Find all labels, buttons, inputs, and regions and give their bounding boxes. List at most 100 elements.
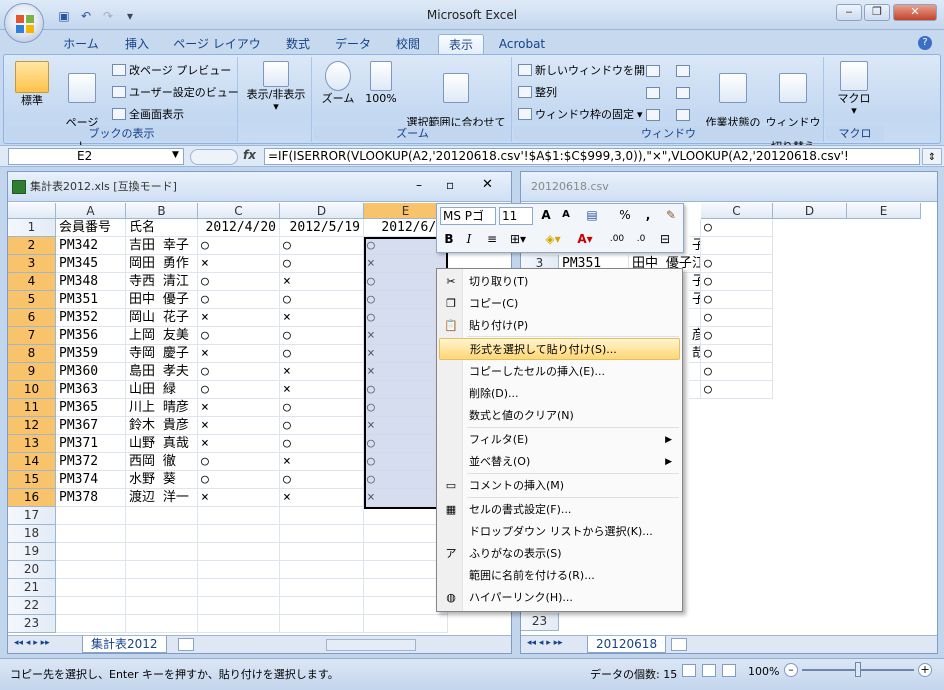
- grid-cell[interactable]: [56, 525, 126, 543]
- menu-item[interactable]: 📋 貼り付け(P): [439, 315, 680, 337]
- restore-button[interactable]: ❐: [864, 4, 890, 21]
- grid-cell[interactable]: ×: [280, 309, 364, 327]
- col-header-b[interactable]: B: [126, 203, 198, 219]
- grid-cell[interactable]: 岡山 花子: [126, 309, 198, 327]
- grid-cell[interactable]: [126, 561, 198, 579]
- grid-cell[interactable]: ○: [198, 291, 280, 309]
- menu-item[interactable]: ❐ コピー(C): [439, 293, 680, 315]
- menu-item[interactable]: フィルタ(E) ▶: [439, 429, 680, 451]
- grow-font-icon[interactable]: A: [537, 207, 555, 225]
- tab-acrobat[interactable]: Acrobat: [492, 34, 552, 54]
- right-b-partial-cell[interactable]: [689, 309, 701, 327]
- grid-cell[interactable]: PM352: [56, 309, 126, 327]
- grid-cell[interactable]: ×: [198, 345, 280, 363]
- grid-cell[interactable]: [126, 507, 198, 525]
- grid-cell[interactable]: ○: [198, 471, 280, 489]
- grid-cell[interactable]: ×: [198, 489, 280, 507]
- font-name-box[interactable]: MS Pゴ: [440, 207, 496, 225]
- grid-cell[interactable]: ○: [280, 237, 364, 255]
- grid-cell[interactable]: 上岡 友美: [126, 327, 198, 345]
- hide-window-icon[interactable]: [646, 87, 660, 99]
- grid-cell[interactable]: ×: [280, 273, 364, 291]
- redo-icon[interactable]: ↷: [100, 8, 116, 24]
- row-header[interactable]: 20: [8, 561, 56, 579]
- menu-item[interactable]: ▦ セルの書式設定(F)...: [439, 499, 680, 521]
- menu-item[interactable]: アふりがなの表示(S): [439, 543, 680, 565]
- grid-cell[interactable]: 西岡 徹: [126, 453, 198, 471]
- grid-cell[interactable]: ○: [198, 273, 280, 291]
- comma-button[interactable]: ,: [641, 207, 655, 225]
- grid-cell[interactable]: PM359: [56, 345, 126, 363]
- menu-item[interactable]: ◍ ハイパーリンク(H)...: [439, 587, 680, 609]
- page-layout-status-icon[interactable]: [702, 664, 716, 677]
- side-by-side-icon[interactable]: [676, 65, 690, 77]
- row-header[interactable]: 3: [8, 255, 56, 273]
- zoom-100-button[interactable]: 100%: [362, 61, 400, 105]
- zoom-in-icon[interactable]: +: [918, 663, 932, 677]
- grid-cell[interactable]: [56, 507, 126, 525]
- left-maximize-icon[interactable]: ▫: [446, 178, 454, 192]
- grid-cell[interactable]: [56, 579, 126, 597]
- grid-cell[interactable]: ○: [198, 237, 280, 255]
- bold-button[interactable]: B: [441, 231, 457, 249]
- grid-cell[interactable]: ○: [280, 291, 364, 309]
- grid-cell[interactable]: 川上 晴彦: [126, 399, 198, 417]
- grid-cell[interactable]: 鈴木 貴彦: [126, 417, 198, 435]
- grid-cell[interactable]: 会員番号: [56, 219, 126, 237]
- grid-cell[interactable]: PM356: [56, 327, 126, 345]
- office-button[interactable]: [4, 3, 44, 43]
- row-header[interactable]: 19: [8, 543, 56, 561]
- grid-cell[interactable]: ×: [198, 399, 280, 417]
- row-header[interactable]: 13: [8, 435, 56, 453]
- show-hide-button[interactable]: 表示/非表示 ▾: [242, 61, 310, 113]
- grid-cell[interactable]: 寺西 清江: [126, 273, 198, 291]
- right-b-partial-cell[interactable]: [689, 219, 701, 237]
- grid-cell[interactable]: [280, 507, 364, 525]
- right-c-cell[interactable]: ○: [701, 381, 773, 399]
- grid-cell[interactable]: 田中 優子: [126, 291, 198, 309]
- grid-cell[interactable]: PM345: [56, 255, 126, 273]
- grid-cell[interactable]: ×: [198, 435, 280, 453]
- grid-cell[interactable]: 岡田 勇作: [126, 255, 198, 273]
- name-box-dropdown-icon[interactable]: ▼: [172, 150, 179, 160]
- zoom-slider-thumb[interactable]: [855, 662, 861, 677]
- grid-cell[interactable]: PM365: [56, 399, 126, 417]
- shrink-font-icon[interactable]: A: [557, 207, 575, 225]
- tab-home[interactable]: ホーム: [56, 34, 106, 54]
- menu-item[interactable]: 数式と値のクリア(N): [439, 405, 680, 427]
- grid-cell[interactable]: PM371: [56, 435, 126, 453]
- arrange-all-button[interactable]: 整列: [518, 84, 557, 100]
- row-header[interactable]: 15: [8, 471, 56, 489]
- grid-cell[interactable]: ○: [280, 435, 364, 453]
- grid-cell[interactable]: [280, 597, 364, 615]
- right-sheet-nav-icon[interactable]: ◂◂ ◂ ▸ ▸▸: [527, 638, 563, 648]
- grid-cell[interactable]: ○: [280, 345, 364, 363]
- grid-cell[interactable]: ○: [198, 363, 280, 381]
- menu-item[interactable]: 削除(D)...: [439, 383, 680, 405]
- menu-item[interactable]: ▭ コメントの挿入(M): [439, 475, 680, 497]
- grid-cell[interactable]: PM363: [56, 381, 126, 399]
- grid-cell[interactable]: ○: [280, 399, 364, 417]
- row-header[interactable]: 2: [8, 237, 56, 255]
- grid-cell[interactable]: [198, 525, 280, 543]
- zoom-level[interactable]: 100%: [748, 665, 779, 678]
- col-header-c[interactable]: C: [198, 203, 280, 219]
- grid-cell[interactable]: [56, 543, 126, 561]
- tab-view[interactable]: 表示: [438, 34, 484, 54]
- grid-cell[interactable]: ○: [198, 453, 280, 471]
- right-b-partial-cell[interactable]: [689, 381, 701, 399]
- full-screen-button[interactable]: 全画面表示: [112, 106, 184, 122]
- grid-cell[interactable]: [280, 615, 364, 633]
- close-button[interactable]: ✕: [893, 4, 937, 21]
- row-header[interactable]: 7: [8, 327, 56, 345]
- grid-cell[interactable]: [198, 507, 280, 525]
- grid-cell[interactable]: ○: [280, 255, 364, 273]
- right-col-header-e[interactable]: E: [847, 203, 921, 219]
- formula-input[interactable]: =IF(ISERROR(VLOOKUP(A2,'20120618.csv'!$A…: [264, 148, 920, 165]
- increase-decimal-icon[interactable]: .00: [607, 231, 627, 249]
- row-header[interactable]: 8: [8, 345, 56, 363]
- grid-cell[interactable]: PM372: [56, 453, 126, 471]
- row-header[interactable]: 9: [8, 363, 56, 381]
- customize-qat-icon[interactable]: ▾: [122, 8, 138, 24]
- grid-cell[interactable]: PM378: [56, 489, 126, 507]
